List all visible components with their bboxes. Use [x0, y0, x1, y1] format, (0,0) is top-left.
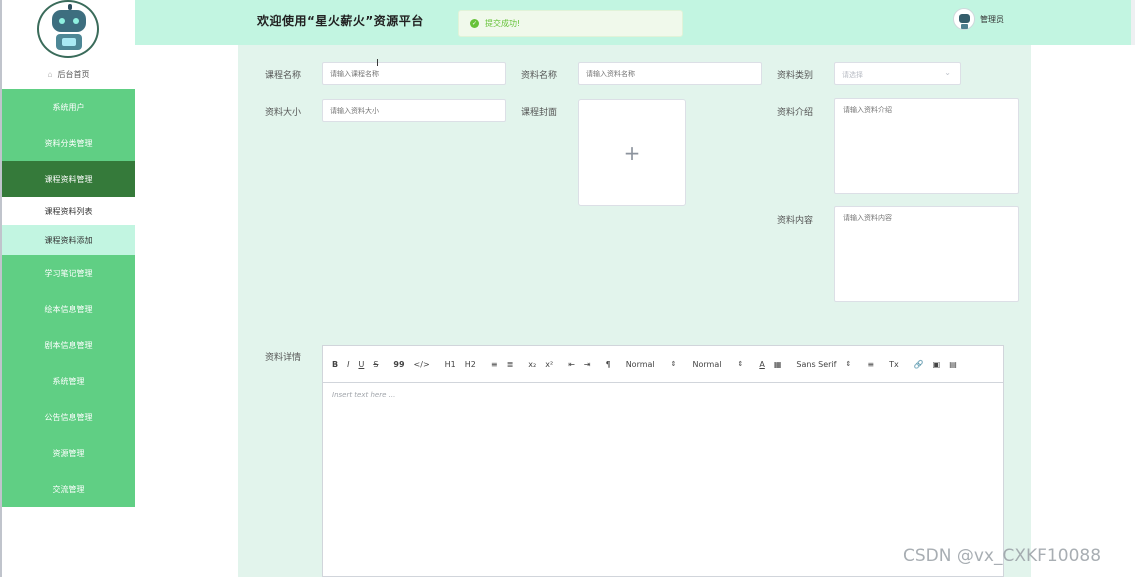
- sidebar-item-study-notes[interactable]: 学习笔记管理: [2, 255, 135, 291]
- sidebar-item-system-users[interactable]: 系统用户: [2, 89, 135, 125]
- toast-message: 提交成功!: [485, 19, 521, 28]
- h1-button[interactable]: H1: [445, 360, 456, 369]
- updown-caret-icon: ⇕: [670, 360, 677, 368]
- content-textarea[interactable]: [834, 206, 1019, 302]
- material-name-input[interactable]: [578, 62, 762, 85]
- sidebar-item-resources[interactable]: 资源管理: [2, 435, 135, 471]
- bold-button[interactable]: B: [332, 360, 338, 369]
- home-label: 后台首页: [57, 69, 90, 79]
- header-select-value: Normal: [625, 359, 655, 369]
- sidebar-item-picture-book[interactable]: 绘本信息管理: [2, 291, 135, 327]
- outdent-icon[interactable]: ⇤: [568, 360, 575, 369]
- top-header: 欢迎使用“星火薪火”资源平台 ✓ 提交成功! 管理员: [135, 0, 1135, 45]
- text-direction-icon[interactable]: ¶: [606, 360, 611, 369]
- intro-label: 资料介绍: [777, 108, 814, 118]
- strike-button[interactable]: S: [373, 360, 378, 369]
- check-circle-icon: ✓: [470, 19, 479, 28]
- h2-button[interactable]: H2: [465, 360, 476, 369]
- size-input[interactable]: [322, 99, 506, 122]
- bullet-list-icon[interactable]: ≣: [507, 360, 514, 369]
- video-icon[interactable]: ▤: [949, 360, 957, 369]
- quote-button[interactable]: 99: [393, 360, 404, 369]
- page-title: 欢迎使用“星火薪火”资源平台: [257, 14, 424, 28]
- detail-label: 资料详情: [265, 353, 302, 363]
- rich-text-editor[interactable]: B I U S 99 </> H1 H2 ≡ ≣ x₂ x² ⇤ ⇥ ¶ Nor…: [322, 345, 1004, 577]
- material-name-label: 资料名称: [521, 71, 558, 81]
- course-name-label: 课程名称: [265, 71, 302, 81]
- course-name-input[interactable]: [322, 62, 506, 85]
- sidebar-item-course-material[interactable]: 课程资料管理: [2, 161, 135, 197]
- header-select[interactable]: Normal ⇕: [626, 360, 677, 369]
- italic-button[interactable]: I: [347, 360, 349, 369]
- avatar-icon: [953, 8, 975, 30]
- category-select-placeholder: 请选择: [842, 71, 863, 79]
- robot-logo-icon: [37, 0, 99, 58]
- updown-caret-icon: ⇕: [737, 360, 744, 368]
- sidebar-item-script-info[interactable]: 剧本信息管理: [2, 327, 135, 363]
- submenu-item-material-add[interactable]: 课程资料添加: [2, 225, 135, 255]
- align-icon[interactable]: ≡: [867, 360, 874, 369]
- plus-icon: +: [623, 140, 641, 165]
- editor-toolbar: B I U S 99 </> H1 H2 ≡ ≣ x₂ x² ⇤ ⇥ ¶ Nor…: [323, 346, 1003, 383]
- category-label: 资料类别: [777, 71, 814, 81]
- size-select-value: Normal: [692, 359, 722, 369]
- subscript-button[interactable]: x₂: [528, 360, 536, 369]
- code-button[interactable]: </>: [414, 360, 430, 369]
- sidebar: ⌂ 后台首页 系统用户 资料分类管理 课程资料管理 课程资料列表 课程资料添加 …: [0, 0, 135, 577]
- font-select[interactable]: Sans Serif ⇕: [796, 360, 851, 369]
- form-panel: 课程名称 资料名称 资料类别 请选择 ⌄ 资料大小 课程封面 + 资料介绍 资料…: [238, 45, 1031, 577]
- editor-content[interactable]: Insert text here ...: [323, 383, 1003, 407]
- link-icon[interactable]: 🔗: [914, 360, 924, 369]
- background-color-icon[interactable]: ▦: [774, 360, 782, 369]
- superscript-button[interactable]: x²: [545, 360, 553, 369]
- underline-button[interactable]: U: [358, 360, 364, 369]
- scrollbar-edge: [1131, 0, 1135, 45]
- ordered-list-icon[interactable]: ≡: [491, 360, 498, 369]
- home-link[interactable]: ⌂ 后台首页: [2, 66, 135, 82]
- submenu-item-material-list[interactable]: 课程资料列表: [2, 197, 135, 225]
- cover-label: 课程封面: [521, 108, 558, 118]
- updown-caret-icon: ⇕: [845, 360, 852, 368]
- sidebar-item-exchange[interactable]: 交流管理: [2, 471, 135, 507]
- chevron-down-icon: ⌄: [944, 68, 951, 77]
- size-select[interactable]: Normal ⇕: [693, 360, 744, 369]
- content-label: 资料内容: [777, 216, 814, 226]
- text-cursor-icon: I: [376, 58, 379, 69]
- sidebar-item-announcement[interactable]: 公告信息管理: [2, 399, 135, 435]
- sidebar-menu: 系统用户 资料分类管理 课程资料管理 课程资料列表 课程资料添加 学习笔记管理 …: [2, 89, 135, 507]
- watermark: CSDN @vx_CXKF10088: [903, 546, 1102, 566]
- text-color-icon[interactable]: A: [759, 360, 764, 369]
- sidebar-item-material-category[interactable]: 资料分类管理: [2, 125, 135, 161]
- image-icon[interactable]: ▣: [933, 360, 941, 369]
- indent-icon[interactable]: ⇥: [584, 360, 591, 369]
- home-icon: ⌂: [47, 69, 53, 79]
- font-select-value: Sans Serif: [796, 359, 837, 369]
- cover-upload[interactable]: +: [578, 99, 686, 206]
- size-label: 资料大小: [265, 108, 302, 118]
- clean-format-icon[interactable]: Tx: [889, 360, 899, 369]
- user-name: 管理员: [980, 14, 1004, 24]
- intro-textarea[interactable]: [834, 98, 1019, 194]
- category-select[interactable]: 请选择 ⌄: [834, 62, 961, 85]
- user-menu[interactable]: 管理员: [953, 8, 1004, 30]
- sidebar-item-system-manage[interactable]: 系统管理: [2, 363, 135, 399]
- success-toast: ✓ 提交成功!: [458, 10, 683, 37]
